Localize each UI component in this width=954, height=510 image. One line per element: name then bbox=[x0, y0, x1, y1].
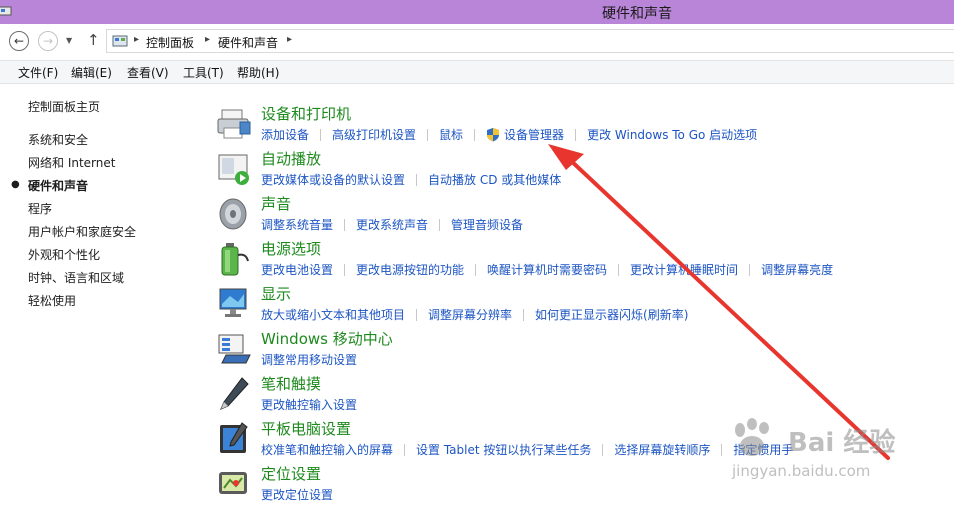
autoplay-icon[interactable] bbox=[216, 151, 252, 187]
tablet-icon[interactable] bbox=[216, 421, 252, 457]
windows-to-go-link[interactable]: 更改 Windows To Go 启动选项 bbox=[587, 126, 757, 143]
window-title: 硬件和声音 bbox=[602, 6, 672, 22]
text-size-link[interactable]: 放大或缩小文本和其他项目 bbox=[261, 306, 405, 323]
category-title[interactable]: 显示 bbox=[261, 283, 291, 304]
category-pen-touch: 笔和触摸 更改触控输入设置 bbox=[216, 373, 954, 420]
category-title[interactable]: 声音 bbox=[261, 193, 291, 214]
category-title[interactable]: 定位设置 bbox=[261, 463, 321, 484]
baidu-paw-icon bbox=[735, 418, 769, 456]
category-title[interactable]: 平板电脑设置 bbox=[261, 418, 351, 439]
change-location-settings-link[interactable]: 更改定位设置 bbox=[261, 486, 333, 503]
sidebar-home-link[interactable]: 控制面板主页 bbox=[28, 98, 100, 115]
sidebar: 控制面板主页 系统和安全 网络和 Internet ● 硬件和声音 程序 用户帐… bbox=[0, 82, 200, 506]
control-panel-icon bbox=[112, 35, 128, 47]
category-title[interactable]: 笔和触摸 bbox=[261, 373, 321, 394]
category-title[interactable]: Windows 移动中心 bbox=[261, 328, 393, 349]
breadcrumb-separator-icon[interactable]: ▸ bbox=[205, 34, 210, 45]
monitor-icon[interactable] bbox=[216, 286, 252, 322]
watermark: Bai 经验 jingyan.baidu.com bbox=[728, 418, 938, 488]
rotation-order-link[interactable]: 选择屏幕旋转顺序 bbox=[614, 441, 710, 458]
mobility-settings-link[interactable]: 调整常用移动设置 bbox=[261, 351, 357, 368]
change-media-defaults-link[interactable]: 更改媒体或设备的默认设置 bbox=[261, 171, 405, 188]
change-system-sounds-link[interactable]: 更改系统声音 bbox=[356, 216, 428, 233]
current-item-bullet-icon: ● bbox=[11, 179, 20, 190]
location-icon[interactable] bbox=[216, 466, 252, 502]
watermark-text: Bai 经验 bbox=[788, 428, 896, 458]
breadcrumb-separator-icon[interactable]: ▸ bbox=[134, 34, 139, 45]
address-bar: ← → ▼ ↑ ▸ 控制面板 ▸ 硬件和声音 ▸ bbox=[0, 24, 954, 58]
screen-resolution-link[interactable]: 调整屏幕分辨率 bbox=[428, 306, 512, 323]
sidebar-item-ease-of-access[interactable]: 轻松使用 bbox=[28, 292, 76, 309]
menu-bar: 文件(F) 编辑(E) 查看(V) 工具(T) 帮助(H) bbox=[0, 60, 954, 84]
category-title[interactable]: 设备和打印机 bbox=[261, 103, 351, 124]
change-battery-settings-link[interactable]: 更改电池设置 bbox=[261, 261, 333, 278]
category-display: 显示 放大或缩小文本和其他项目 调整屏幕分辨率 如何更正显示器闪烁(刷新率) bbox=[216, 283, 954, 330]
sidebar-item-hardware-sound[interactable]: 硬件和声音 bbox=[28, 177, 88, 194]
category-power-options: 电源选项 更改电池设置 更改电源按钮的功能 唤醒计算机时需要密码 更改计算机睡眠… bbox=[216, 238, 954, 285]
speaker-icon[interactable] bbox=[216, 196, 252, 232]
sidebar-item-network[interactable]: 网络和 Internet bbox=[28, 154, 115, 171]
back-arrow-icon[interactable]: ← bbox=[9, 31, 29, 51]
sidebar-item-system-security[interactable]: 系统和安全 bbox=[28, 131, 88, 148]
sidebar-item-user-accounts[interactable]: 用户帐户和家庭安全 bbox=[28, 223, 136, 240]
menu-edit[interactable]: 编辑(E) bbox=[71, 64, 112, 81]
breadcrumb[interactable]: ▸ 控制面板 ▸ 硬件和声音 ▸ bbox=[106, 29, 954, 53]
add-device-link[interactable]: 添加设备 bbox=[261, 126, 309, 143]
sleep-time-link[interactable]: 更改计算机睡眠时间 bbox=[630, 261, 738, 278]
category-autoplay: 自动播放 更改媒体或设备的默认设置 自动播放 CD 或其他媒体 bbox=[216, 148, 954, 195]
pen-icon[interactable] bbox=[216, 376, 252, 412]
advanced-printer-setup-link[interactable]: 高级打印机设置 bbox=[332, 126, 416, 143]
wake-password-link[interactable]: 唤醒计算机时需要密码 bbox=[487, 261, 607, 278]
menu-help[interactable]: 帮助(H) bbox=[237, 64, 279, 81]
breadcrumb-hardware-sound[interactable]: 硬件和声音 bbox=[218, 34, 278, 51]
sidebar-item-appearance[interactable]: 外观和个性化 bbox=[28, 246, 100, 263]
category-sound: 声音 调整系统音量 更改系统声音 管理音频设备 bbox=[216, 193, 954, 240]
sidebar-item-programs[interactable]: 程序 bbox=[28, 200, 52, 217]
category-title[interactable]: 电源选项 bbox=[261, 238, 321, 259]
sidebar-item-clock-region[interactable]: 时钟、语言和区域 bbox=[28, 269, 124, 286]
device-manager-link[interactable]: 设备管理器 bbox=[486, 126, 564, 143]
breadcrumb-control-panel[interactable]: 控制面板 bbox=[146, 34, 194, 51]
autoplay-cd-link[interactable]: 自动播放 CD 或其他媒体 bbox=[428, 171, 561, 188]
power-button-function-link[interactable]: 更改电源按钮的功能 bbox=[356, 261, 464, 278]
menu-tools[interactable]: 工具(T) bbox=[183, 64, 224, 81]
breadcrumb-separator-icon[interactable]: ▸ bbox=[287, 34, 292, 45]
mouse-link[interactable]: 鼠标 bbox=[439, 126, 463, 143]
menu-view[interactable]: 查看(V) bbox=[127, 64, 169, 81]
calibrate-screen-link[interactable]: 校准笔和触控输入的屏幕 bbox=[261, 441, 393, 458]
menu-file[interactable]: 文件(F) bbox=[18, 64, 58, 81]
recent-locations-chevron-icon[interactable]: ▼ bbox=[66, 36, 72, 45]
printer-icon[interactable] bbox=[216, 106, 252, 142]
screen-brightness-link[interactable]: 调整屏幕亮度 bbox=[761, 261, 833, 278]
forward-arrow-icon[interactable]: → bbox=[38, 31, 58, 51]
title-bar: 硬件和声音 bbox=[0, 0, 954, 24]
battery-icon[interactable] bbox=[216, 241, 252, 277]
category-mobility-center: Windows 移动中心 调整常用移动设置 bbox=[216, 328, 954, 375]
adjust-volume-link[interactable]: 调整系统音量 bbox=[261, 216, 333, 233]
category-title[interactable]: 自动播放 bbox=[261, 148, 321, 169]
watermark-url: jingyan.baidu.com bbox=[732, 462, 871, 480]
mobility-center-icon[interactable] bbox=[216, 331, 252, 367]
uac-shield-icon bbox=[487, 128, 500, 142]
up-arrow-icon[interactable]: ↑ bbox=[87, 31, 100, 49]
tablet-buttons-link[interactable]: 设置 Tablet 按钮以执行某些任务 bbox=[416, 441, 591, 458]
touch-input-settings-link[interactable]: 更改触控输入设置 bbox=[261, 396, 357, 413]
refresh-rate-link[interactable]: 如何更正显示器闪烁(刷新率) bbox=[535, 306, 688, 323]
category-devices-printers: 设备和打印机 添加设备 高级打印机设置 鼠标 设备管理器 更改 Windows … bbox=[216, 103, 954, 150]
manage-audio-devices-link[interactable]: 管理音频设备 bbox=[451, 216, 523, 233]
device-manager-label: 设备管理器 bbox=[504, 128, 565, 142]
